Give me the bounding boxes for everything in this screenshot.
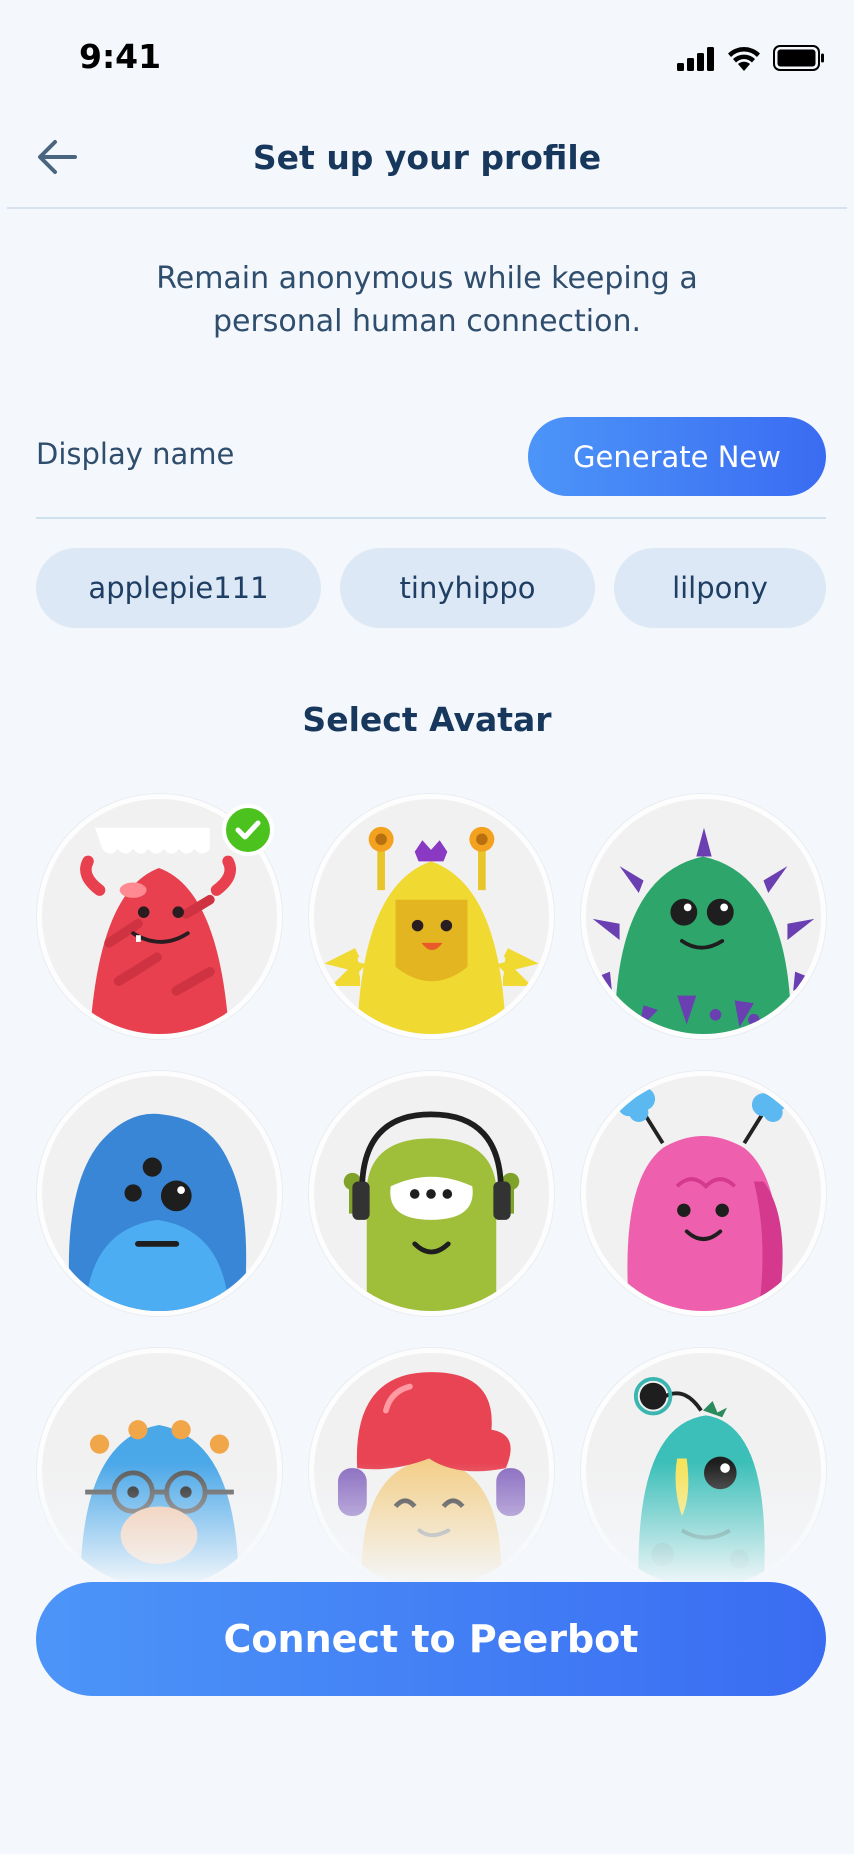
- green-headphones-monster-avatar[interactable]: [309, 1071, 554, 1316]
- blue-furry-monster-avatar[interactable]: [37, 1071, 282, 1316]
- select-avatar-heading: Select Avatar: [302, 700, 552, 739]
- yellow-monster-avatar[interactable]: [309, 794, 554, 1039]
- status-time: 9:41: [79, 37, 162, 76]
- name-chip-lilpony[interactable]: lilpony: [614, 548, 826, 628]
- status-bar: 9:41: [7, 7, 847, 107]
- status-icons: [677, 45, 825, 71]
- generate-new-button[interactable]: Generate New: [528, 417, 826, 496]
- green-spiky-monster-avatar[interactable]: [581, 794, 826, 1039]
- blue-glasses-monster-avatar[interactable]: [37, 1348, 282, 1593]
- intro-line-2: personal human connection.: [212, 304, 642, 339]
- intro-line-1: Remain anonymous while keeping a: [156, 261, 698, 296]
- battery-icon: [773, 45, 824, 71]
- teal-antenna-monster-avatar[interactable]: [581, 1348, 826, 1593]
- wifi-icon: [728, 47, 760, 71]
- display-name-label: Display name: [36, 437, 235, 471]
- cellular-signal-icon: [677, 47, 714, 71]
- name-chip-tinyhippo[interactable]: tinyhippo: [340, 548, 595, 628]
- red-hair-headphones-avatar[interactable]: [309, 1348, 554, 1593]
- name-chip-applepie111[interactable]: applepie111: [36, 548, 321, 628]
- display-name-divider: [36, 517, 826, 519]
- connect-to-peerbot-button[interactable]: Connect to Peerbot: [36, 1582, 826, 1696]
- pink-fluffy-monster-avatar[interactable]: [581, 1071, 826, 1316]
- intro-text: Remain anonymous while keeping a persona…: [97, 257, 757, 343]
- profile-setup-screen: 9:41 Set up your profile Remain anonymou…: [7, 7, 847, 1847]
- page-title: Set up your profile: [252, 138, 602, 177]
- navigation-bar: Set up your profile: [7, 107, 847, 209]
- selected-check-icon: [222, 804, 274, 856]
